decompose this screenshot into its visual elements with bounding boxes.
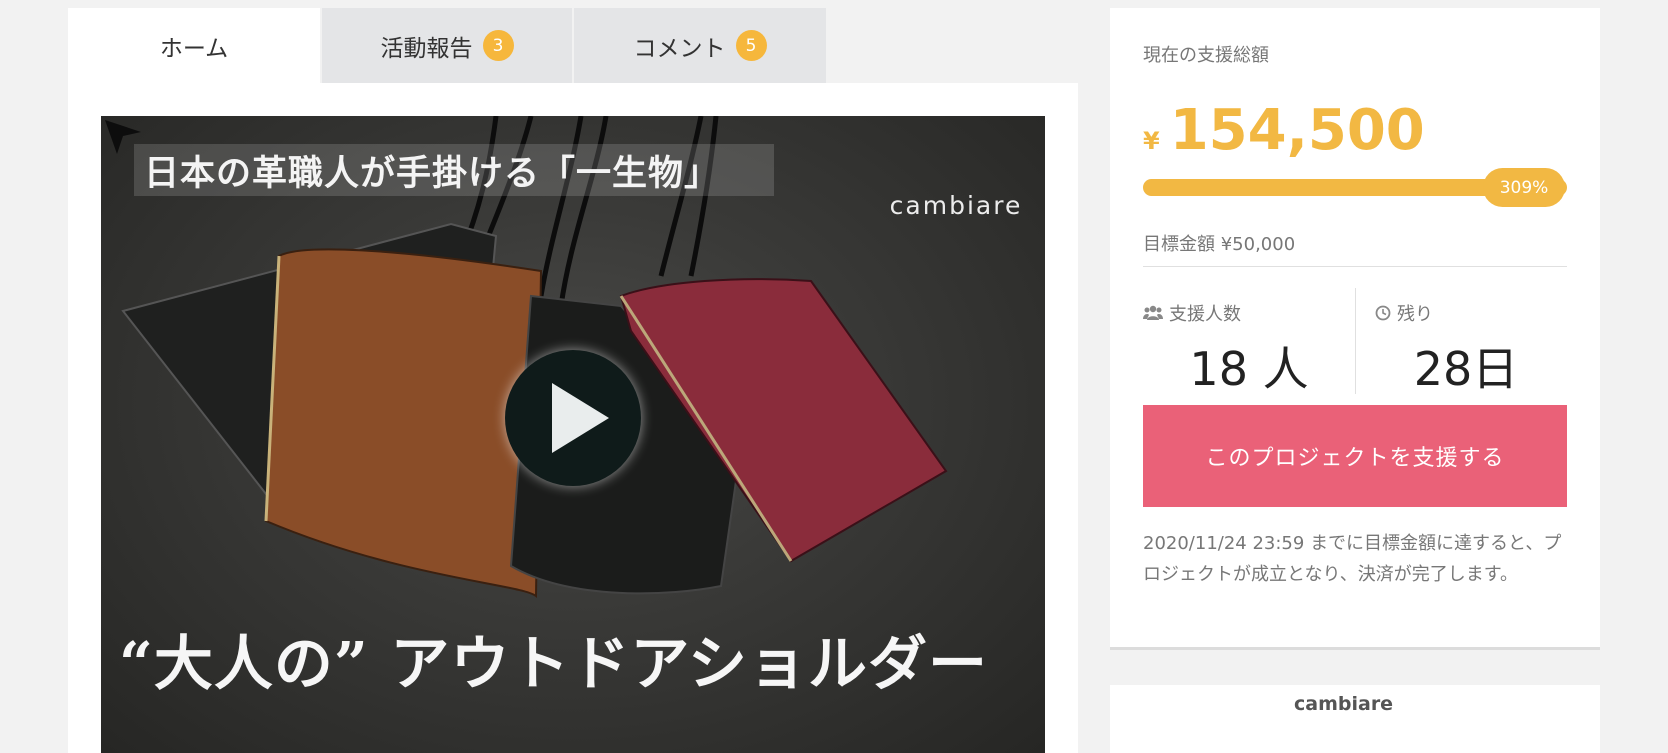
funding-panel: 現在の支援総額 ¥ 154,500 309% 目標金額 ¥50,000 支援人数…: [1110, 8, 1600, 650]
funding-percent-badge: 309%: [1483, 168, 1565, 207]
project-video-thumbnail[interactable]: 日本の革職人が手掛ける「一生物」 cambiare “大人の” アウトドアショル…: [101, 116, 1045, 753]
tab-comments[interactable]: コメント 5: [574, 8, 826, 83]
days-remaining: 28日: [1413, 342, 1519, 396]
users-icon: [1143, 305, 1163, 320]
owner-name[interactable]: cambiare: [1294, 693, 1393, 715]
hero-banner-text: 日本の革職人が手掛ける「一生物」: [134, 144, 774, 196]
tab-activity-report-label: 活動報告: [380, 35, 473, 62]
currency-symbol: ¥: [1143, 127, 1160, 155]
tab-home[interactable]: ホーム: [68, 8, 320, 83]
play-video-button[interactable]: [505, 350, 641, 486]
remaining-label: 残り: [1375, 300, 1433, 326]
goal-amount: 目標金額 ¥50,000: [1143, 234, 1296, 255]
tab-comments-label: コメント: [633, 35, 726, 62]
tab-activity-report[interactable]: 活動報告 3: [322, 8, 572, 83]
owner-card: cambiare: [1110, 685, 1600, 753]
funding-amount-value: 154,500: [1169, 98, 1425, 163]
supporters-label-text: 支援人数: [1169, 304, 1241, 325]
supporters-count: 18 人: [1189, 342, 1309, 396]
total-funding-label: 現在の支援総額: [1143, 45, 1269, 66]
support-project-button[interactable]: このプロジェクトを支援する: [1143, 405, 1567, 507]
supporters-label: 支援人数: [1143, 300, 1241, 326]
comments-count-badge: 5: [735, 30, 767, 61]
funding-amount: ¥ 154,500: [1143, 98, 1425, 163]
divider: [1143, 266, 1567, 267]
play-icon: [552, 383, 609, 453]
hero-brand-name: cambiare: [889, 191, 1023, 220]
activity-report-count-badge: 3: [482, 30, 514, 61]
tab-bar: ホーム 活動報告 3 コメント 5: [68, 8, 1078, 83]
tab-home-label: ホーム: [159, 35, 229, 62]
brand-logo-icon: [105, 120, 141, 154]
hero-tagline: “大人の” アウトドアショルダー: [119, 629, 989, 698]
funding-deadline-note: 2020/11/24 23:59 までに目標金額に達すると、プロジェクトが成立と…: [1143, 533, 1562, 585]
main-column: ホーム 活動報告 3 コメント 5 日本の革職人が手掛ける「一生物」 cambi…: [68, 8, 1078, 753]
clock-icon: [1375, 305, 1391, 321]
remaining-label-text: 残り: [1397, 304, 1433, 325]
